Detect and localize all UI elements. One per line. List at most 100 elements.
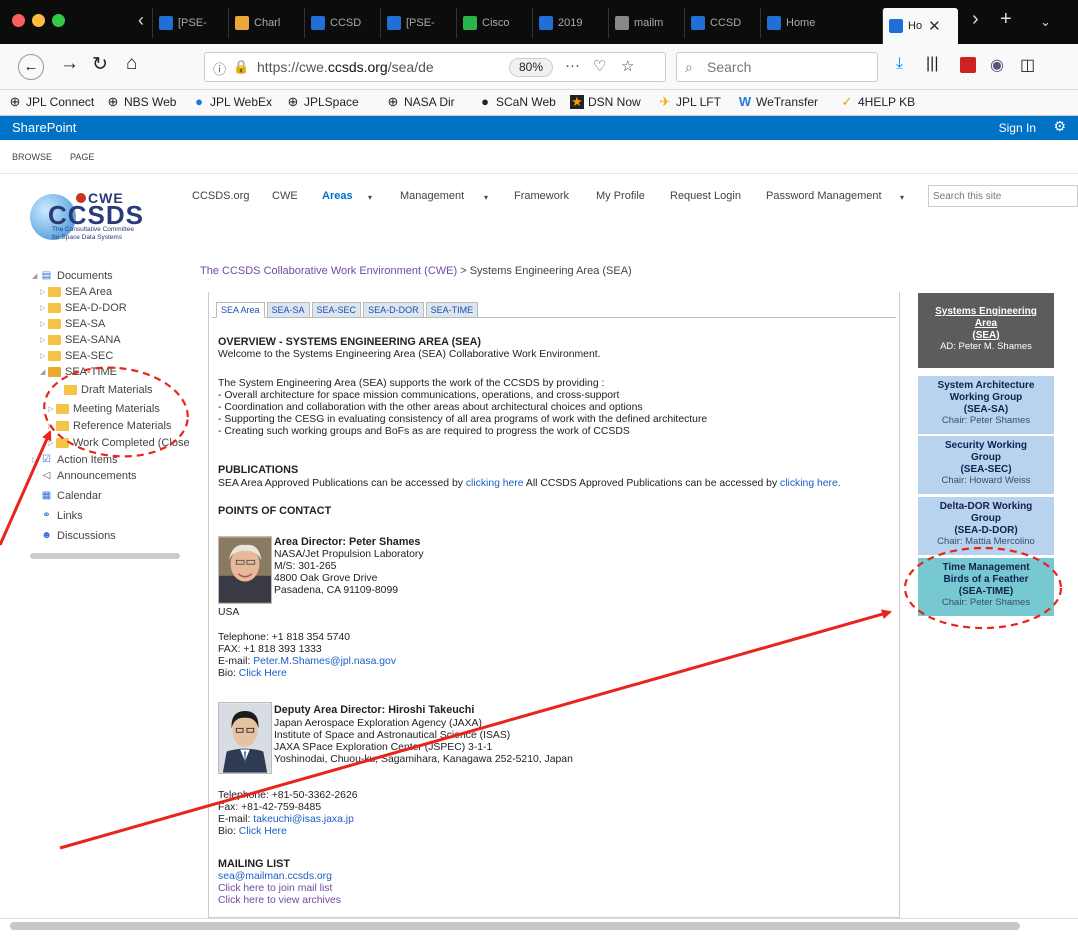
bookmark-item[interactable]: ● JPL WebEx [192, 95, 272, 110]
ccsds-publications-link[interactable]: clicking here. [780, 478, 841, 489]
collapsed-arrow-icon[interactable]: ▷ [40, 304, 48, 312]
collapsed-arrow-icon[interactable]: ▷ [40, 352, 48, 360]
chevron-down-icon[interactable]: ▾ [900, 193, 904, 202]
bookmark-item[interactable]: ★ DSN Now [570, 95, 641, 109]
nav-password-management[interactable]: Password Management [766, 190, 882, 202]
page-actions-icon[interactable]: ··· [565, 57, 580, 74]
dad-email-link[interactable]: takeuchi@isas.jaxa.jp [253, 814, 354, 825]
collapsed-arrow-icon[interactable]: ▷ [40, 320, 48, 328]
ad-email-link[interactable]: Peter.M.Shames@jpl.nasa.gov [253, 656, 396, 667]
tree-folder[interactable]: ▷ SEA-SEC [40, 350, 113, 362]
bookmark-item[interactable]: W WeTransfer [738, 95, 818, 110]
tree-list[interactable]: ▷ ☑ Action Items [32, 454, 118, 466]
browser-tab[interactable]: CCSD [684, 8, 760, 38]
sidebar-icon[interactable]: ◫ [1020, 55, 1035, 75]
browser-tab[interactable]: 2019 [532, 8, 608, 38]
tab-scroll-left-icon[interactable]: ‹ [138, 10, 144, 31]
library-icon[interactable]: ||| [926, 55, 938, 73]
close-tab-icon[interactable]: ✕ [928, 17, 941, 35]
sea-publications-link[interactable]: clicking here [466, 478, 524, 489]
ad-bio-link[interactable]: Click Here [239, 668, 287, 679]
tab-scroll-right-icon[interactable]: › [972, 8, 979, 31]
browser-tab[interactable]: [PSE- [380, 8, 456, 38]
browser-tab[interactable]: Charl [228, 8, 304, 38]
nav-management[interactable]: Management [400, 190, 464, 202]
back-arrow-icon[interactable]: ← [18, 54, 44, 80]
sign-in-link[interactable]: Sign In [999, 121, 1036, 135]
browser-tab[interactable]: [PSE- [152, 8, 228, 38]
gear-icon[interactable]: ⚙ [1053, 118, 1066, 135]
expanded-arrow-icon[interactable]: ◢ [32, 272, 40, 280]
sea-sa-box[interactable]: System Architecture Working Group (SEA-S… [918, 376, 1054, 434]
pocket-icon[interactable]: ♡ [593, 57, 606, 75]
new-tab-icon[interactable]: + [1000, 8, 1012, 31]
bookmark-item[interactable]: ● SCaN Web [478, 95, 556, 110]
bookmark-item[interactable]: ⊕ JPL Connect [8, 95, 95, 110]
bookmark-star-icon[interactable]: ☆ [621, 57, 634, 75]
tab-sea-sa[interactable]: SEA-SA [266, 302, 310, 318]
tree-folder[interactable]: Draft Materials [56, 384, 153, 396]
nav-framework[interactable]: Framework [514, 190, 569, 202]
tree-list[interactable]: ☻ Discussions [40, 530, 115, 542]
browser-tab[interactable]: mailm [608, 8, 684, 38]
zoom-level[interactable]: 80% [509, 58, 553, 77]
bookmark-item[interactable]: ⊕ JPLSpace [286, 95, 359, 110]
info-icon[interactable]: ⓘ [213, 59, 226, 78]
tree-folder-sea-time[interactable]: ◢ SEA-TIME [40, 366, 117, 378]
tree-scrollbar[interactable] [30, 553, 180, 559]
bookmark-item[interactable]: ✓ 4HELP KB [840, 95, 916, 110]
home-icon[interactable]: ⌂ [126, 53, 137, 75]
mailing-list-email-link[interactable]: sea@mailman.ccsds.org [218, 871, 332, 883]
nav-areas[interactable]: Areas [322, 190, 353, 202]
dad-bio-link[interactable]: Click Here [239, 826, 287, 837]
sharepoint-brand[interactable]: SharePoint [12, 120, 76, 135]
sea-time-box[interactable]: Time Management Birds of a Feather (SEA-… [918, 558, 1054, 616]
tree-folder[interactable]: ▷ SEA-D-DOR [40, 302, 127, 314]
nav-request-login[interactable]: Request Login [670, 190, 741, 202]
tree-folder[interactable]: ▷ Meeting Materials [48, 403, 160, 415]
close-window-button[interactable] [12, 14, 25, 27]
expanded-arrow-icon[interactable]: ◢ [40, 368, 48, 376]
nav-ccsds-org[interactable]: CCSDS.org [192, 190, 249, 202]
download-icon[interactable]: ⤓ [896, 55, 903, 73]
forward-arrow-icon[interactable]: → [60, 53, 79, 75]
tree-documents[interactable]: ◢ ▤ Documents [32, 270, 113, 282]
tab-sea-time[interactable]: SEA-TIME [425, 302, 479, 318]
collapsed-arrow-icon[interactable]: ▷ [40, 336, 48, 344]
chevron-down-icon[interactable]: ▾ [368, 193, 372, 202]
ribbon-tab-page[interactable]: PAGE [70, 152, 94, 162]
browser-tab[interactable]: Cisco [456, 8, 532, 38]
tree-folder[interactable]: ▷ SEA-SANA [40, 334, 121, 346]
sea-d-dor-box[interactable]: Delta-DOR Working Group (SEA-D-DOR) Chai… [918, 497, 1054, 555]
site-search-input[interactable]: Search this site [928, 185, 1078, 207]
tree-folder[interactable]: ▷ SEA-SA [40, 318, 105, 330]
tree-list[interactable]: ⚭ Links [40, 510, 82, 522]
ribbon-tab-browse[interactable]: BROWSE [12, 152, 52, 162]
minimize-window-button[interactable] [32, 14, 45, 27]
tab-list-chevron-icon[interactable]: ⌄ [1040, 14, 1051, 30]
collapsed-arrow-icon[interactable]: ▷ [48, 405, 56, 413]
tab-sea-d-dor[interactable]: SEA-D-DOR [363, 302, 424, 318]
browser-search-input[interactable]: ⌕ Search [676, 52, 878, 82]
chevron-down-icon[interactable]: ▾ [484, 193, 488, 202]
sea-sec-box[interactable]: Security Working Group (SEA-SEC) Chair: … [918, 436, 1054, 494]
ccsds-logo[interactable]: CWE CCSDS The Consultative Committee for … [30, 188, 178, 246]
nav-cwe[interactable]: CWE [272, 190, 298, 202]
tree-folder[interactable]: ▷ Reference Materials [48, 420, 171, 432]
horizontal-scrollbar[interactable] [10, 922, 1020, 930]
bookmark-item[interactable]: ⊕ NASA Dir [386, 95, 455, 110]
collapsed-arrow-icon[interactable]: ▷ [48, 439, 56, 447]
browser-tab[interactable]: CCSD [304, 8, 380, 38]
tree-list[interactable]: ◁ Announcements [40, 470, 137, 482]
tree-folder[interactable]: ▷ Work Completed (Close [48, 437, 190, 449]
bookmark-item[interactable]: ✈ JPL LFT [658, 95, 721, 110]
tree-list[interactable]: ▦ Calendar [40, 490, 102, 502]
collapsed-arrow-icon[interactable]: ▷ [32, 456, 40, 464]
tab-sea-area[interactable]: SEA Area [216, 302, 265, 318]
reload-icon[interactable]: ↻ [92, 53, 108, 76]
pdf-addon-icon[interactable] [960, 57, 976, 73]
zoom-window-button[interactable] [52, 14, 65, 27]
view-archives-link[interactable]: Click here to view archives [218, 895, 341, 907]
collapsed-arrow-icon[interactable]: ▷ [48, 422, 56, 430]
addon-icon[interactable]: ◉ [990, 55, 1004, 75]
